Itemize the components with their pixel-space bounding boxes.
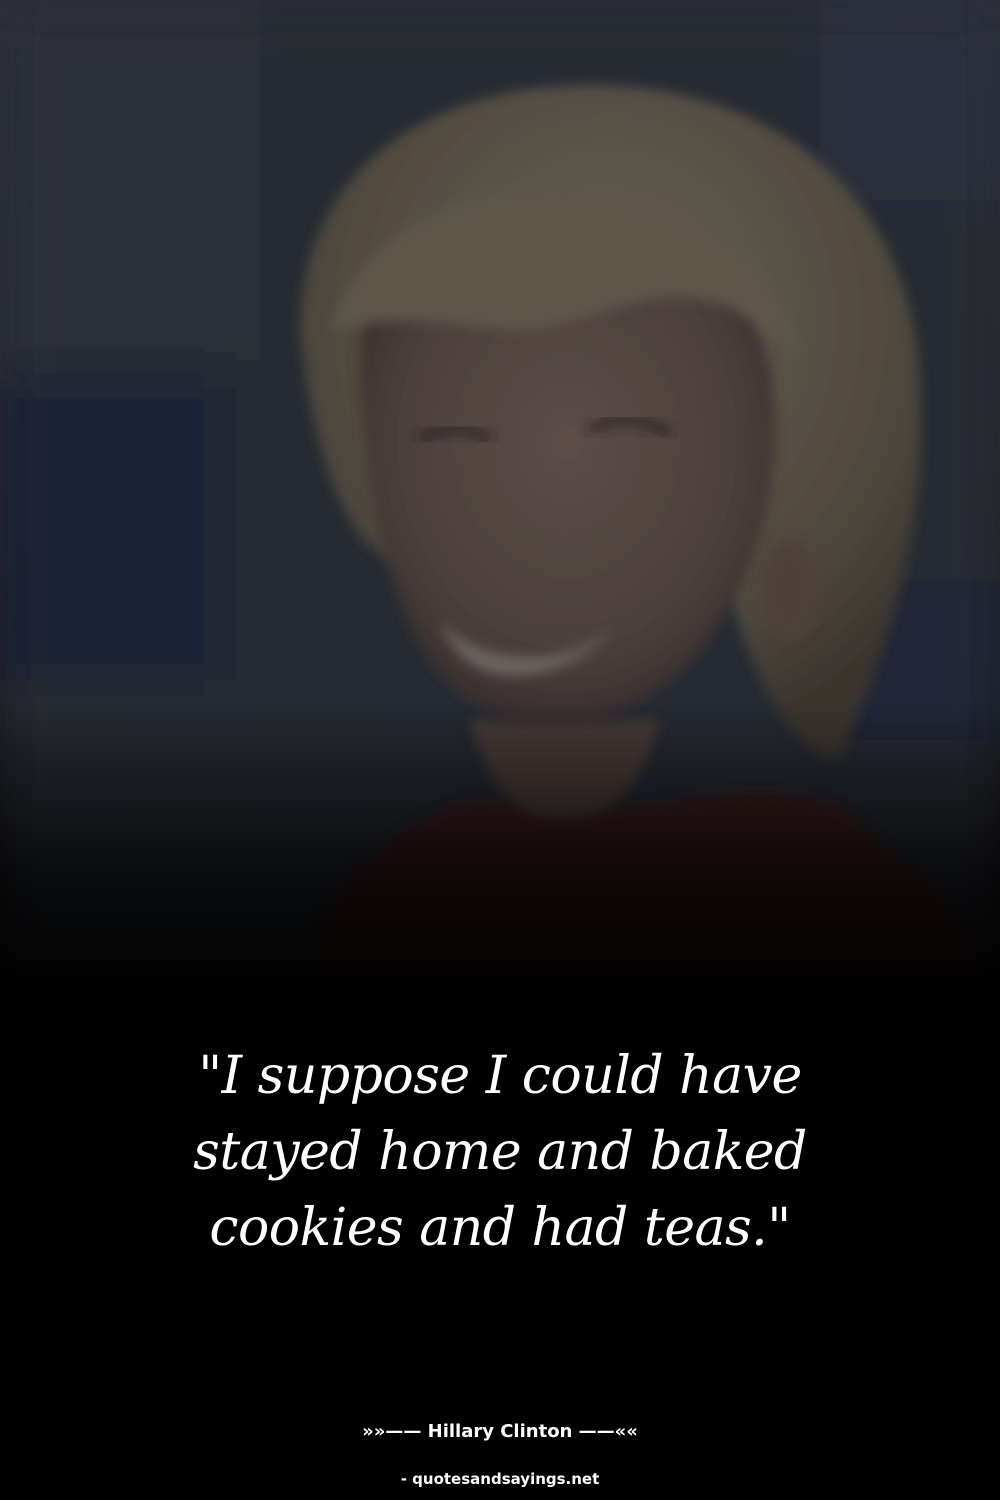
source-credit: - quotesandsayings.net xyxy=(400,1470,600,1488)
photo-fade-overlay xyxy=(0,700,1000,1000)
background-portrait-photo xyxy=(0,0,1000,1000)
attribution-prefix: »»—— xyxy=(362,1421,428,1442)
author-name: Hillary Clinton xyxy=(427,1421,573,1442)
attribution-line: »»—— Hillary Clinton ——«« xyxy=(0,1420,1000,1444)
attribution-suffix: ——«« xyxy=(572,1421,638,1442)
quote-poster: "I suppose I could have stayed home and … xyxy=(0,0,1000,1500)
quote-text: "I suppose I could have stayed home and … xyxy=(193,1046,807,1258)
